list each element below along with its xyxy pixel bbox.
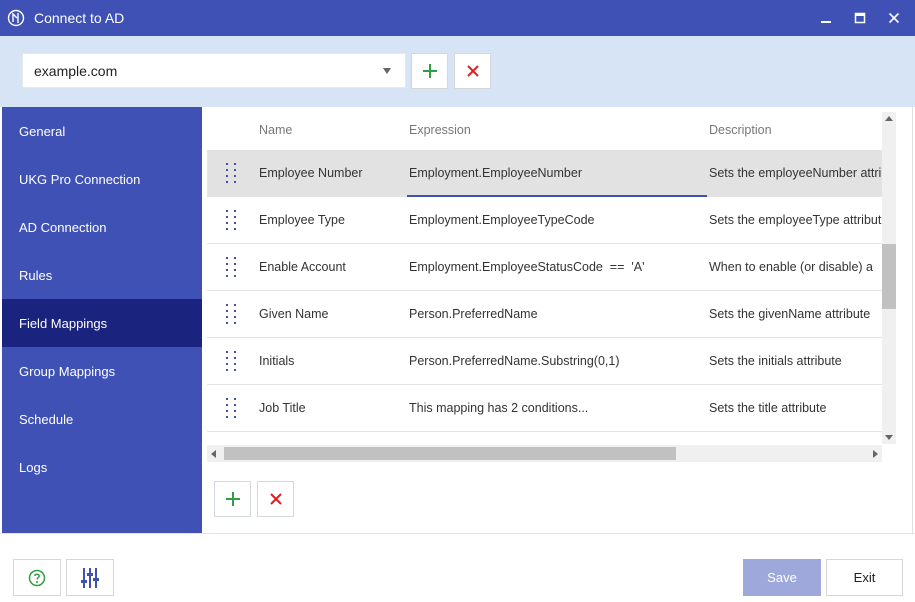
row-name: Initials <box>259 354 295 368</box>
close-window-button[interactable] <box>880 4 908 32</box>
row-name: Given Name <box>259 307 329 321</box>
add-domain-button[interactable] <box>411 53 448 89</box>
table-row[interactable]: Job Title This mapping has 2 conditions.… <box>207 385 882 432</box>
table-row[interactable]: Initials Person.PreferredName.Substring(… <box>207 338 882 385</box>
delete-x-icon <box>269 493 282 505</box>
row-expression[interactable]: Employment.EmployeeStatusCode == 'A' <box>409 260 644 274</box>
minimize-button[interactable] <box>812 4 840 32</box>
drag-handle-icon[interactable] <box>226 210 238 231</box>
row-name: Employee Number <box>259 166 363 180</box>
sidebar-item-label: UKG Pro Connection <box>19 171 141 187</box>
minimize-icon <box>821 21 831 23</box>
sidebar-item-ukg-pro-connection[interactable]: UKG Pro Connection <box>2 155 202 203</box>
table-row[interactable]: Given Name Person.PreferredName Sets the… <box>207 291 882 338</box>
row-name: Enable Account <box>259 260 346 274</box>
domain-dropdown[interactable]: example.com <box>22 53 406 88</box>
row-name: Job Title <box>259 401 306 415</box>
chevron-down-icon <box>383 68 391 74</box>
row-description: Sets the employeeNumber attribute <box>709 166 882 180</box>
drag-handle-icon[interactable] <box>226 351 238 372</box>
sidebar-item-group-mappings[interactable]: Group Mappings <box>2 347 202 395</box>
exit-button[interactable]: Exit <box>826 559 903 596</box>
sidebar-item-label: Field Mappings <box>19 315 108 331</box>
column-header-expression[interactable]: Expression <box>409 123 471 137</box>
row-name: Employee Type <box>259 213 345 227</box>
sidebar-item-label: Group Mappings <box>19 363 116 379</box>
drag-handle-icon[interactable] <box>226 304 238 325</box>
domain-toolbar: example.com <box>0 36 915 107</box>
app-logo-icon <box>7 9 25 27</box>
maximize-button[interactable] <box>846 4 874 32</box>
scroll-right-icon[interactable] <box>873 450 878 458</box>
field-mappings-grid: Name Expression Description Employee Num… <box>207 112 882 470</box>
maximize-icon <box>854 12 866 24</box>
row-expression[interactable]: This mapping has 2 conditions... <box>409 401 588 415</box>
table-row[interactable]: Employee Type Employment.EmployeeTypeCod… <box>207 197 882 244</box>
row-description: When to enable (or disable) a <box>709 260 873 274</box>
drag-handle-icon[interactable] <box>226 163 238 184</box>
vertical-scroll-thumb[interactable] <box>882 244 896 309</box>
save-button[interactable]: Save <box>743 559 821 596</box>
drag-handle-icon[interactable] <box>226 398 238 419</box>
sidebar-item-label: Rules <box>19 267 53 283</box>
title-bar: Connect to AD <box>0 0 915 36</box>
drag-handle-icon[interactable] <box>226 257 238 278</box>
row-expression[interactable]: Employment.EmployeeTypeCode <box>409 213 595 227</box>
scroll-left-icon[interactable] <box>211 450 216 458</box>
sidebar-item-general[interactable]: General <box>2 107 202 155</box>
help-button[interactable] <box>13 559 61 596</box>
horizontal-scroll-thumb[interactable] <box>224 447 676 460</box>
sidebar-item-logs[interactable]: Logs <box>2 443 202 491</box>
plus-icon <box>422 64 437 78</box>
delete-x-icon <box>466 65 479 77</box>
add-mapping-button[interactable] <box>214 481 251 517</box>
domain-selected-value: example.com <box>34 63 118 79</box>
row-description: Sets the title attribute <box>709 401 827 415</box>
plus-icon <box>225 492 240 506</box>
sidebar-item-ad-connection[interactable]: AD Connection <box>2 203 202 251</box>
field-mappings-panel: Name Expression Description Employee Num… <box>202 107 913 533</box>
window-title: Connect to AD <box>34 10 125 26</box>
sidebar-item-label: Schedule <box>19 411 74 427</box>
sidebar-item-schedule[interactable]: Schedule <box>2 395 202 443</box>
column-header-name[interactable]: Name <box>259 123 292 137</box>
scroll-up-icon[interactable] <box>885 116 893 121</box>
scroll-down-icon[interactable] <box>885 435 893 440</box>
horizontal-scrollbar[interactable] <box>207 445 882 462</box>
footer-bar: Save Exit <box>0 533 915 602</box>
table-row[interactable]: Enable Account Employment.EmployeeStatus… <box>207 244 882 291</box>
help-icon <box>28 569 46 586</box>
row-expression[interactable]: Employment.EmployeeNumber <box>409 166 582 180</box>
row-expression[interactable]: Person.PreferredName.Substring(0,1) <box>409 354 620 368</box>
vertical-scrollbar[interactable] <box>882 112 896 444</box>
row-description: Sets the initials attribute <box>709 354 842 368</box>
row-expression[interactable]: Person.PreferredName <box>409 307 538 321</box>
sidebar-item-field-mappings[interactable]: Field Mappings <box>2 299 202 347</box>
sidebar-item-label: Logs <box>19 459 48 475</box>
delete-mapping-button[interactable] <box>257 481 294 517</box>
sidebar-item-rules[interactable]: Rules <box>2 251 202 299</box>
row-description: Sets the givenName attribute <box>709 307 871 321</box>
row-description: Sets the employeeType attribute <box>709 213 882 227</box>
delete-domain-button[interactable] <box>454 53 491 89</box>
sidebar-item-label: AD Connection <box>19 219 107 235</box>
table-row[interactable]: Employee Number Employment.EmployeeNumbe… <box>207 150 882 197</box>
sidebar-nav: General UKG Pro Connection AD Connection… <box>2 107 202 533</box>
sliders-icon <box>81 567 99 588</box>
settings-button[interactable] <box>66 559 114 596</box>
close-icon <box>888 12 900 24</box>
grid-header: Name Expression Description <box>207 112 882 150</box>
column-header-description[interactable]: Description <box>709 123 772 137</box>
sidebar-item-label: General <box>19 123 66 139</box>
